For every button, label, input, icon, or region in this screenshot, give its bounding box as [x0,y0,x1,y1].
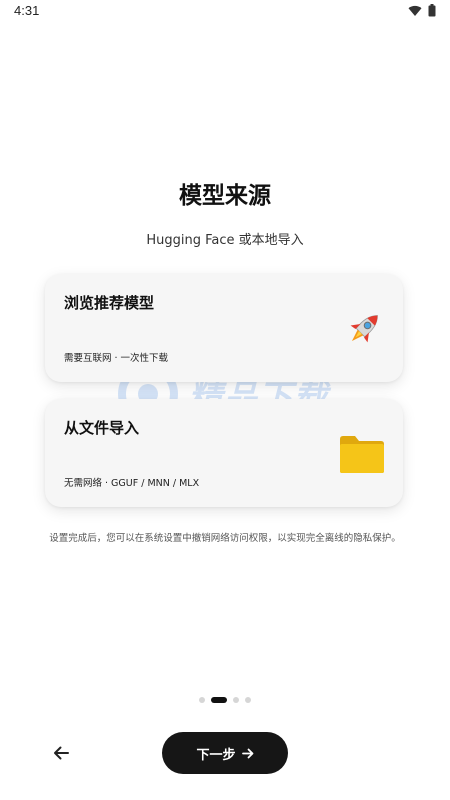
pager-dot [233,697,239,703]
browse-recommended-card[interactable]: 浏览推荐模型 需要互联网 · 一次性下载 [45,274,403,382]
status-bar: 4:31 [0,0,450,24]
status-time: 4:31 [14,3,40,18]
wifi-icon [408,5,422,16]
privacy-note: 设置完成后，您可以在系统设置中撤销网络访问权限，以实现完全离线的隐私保护。 [49,533,401,544]
card-title: 浏览推荐模型 [64,294,155,312]
pager-dot-active [211,697,227,703]
pager-dot [199,697,205,703]
next-button-label: 下一步 [196,747,236,763]
import-from-file-card[interactable]: 从文件导入 无需网络 · GGUF / MNN / MLX [45,399,403,507]
page-title: 模型来源 [179,183,271,209]
status-icons [408,4,436,17]
page-subtitle: Hugging Face 或本地导入 [146,233,304,248]
back-button[interactable] [46,738,76,768]
card-subtitle: 无需网络 · GGUF / MNN / MLX [64,478,200,489]
folder-icon [340,436,384,473]
battery-icon [428,4,436,17]
arrow-left-icon [54,746,69,760]
pager-dots [0,697,450,703]
rocket-icon [350,315,378,343]
pager-dot [245,697,251,703]
card-title: 从文件导入 [64,419,140,437]
card-subtitle: 需要互联网 · 一次性下载 [64,353,169,364]
next-button[interactable]: 下一步 [162,732,288,774]
arrow-right-icon [241,748,253,758]
